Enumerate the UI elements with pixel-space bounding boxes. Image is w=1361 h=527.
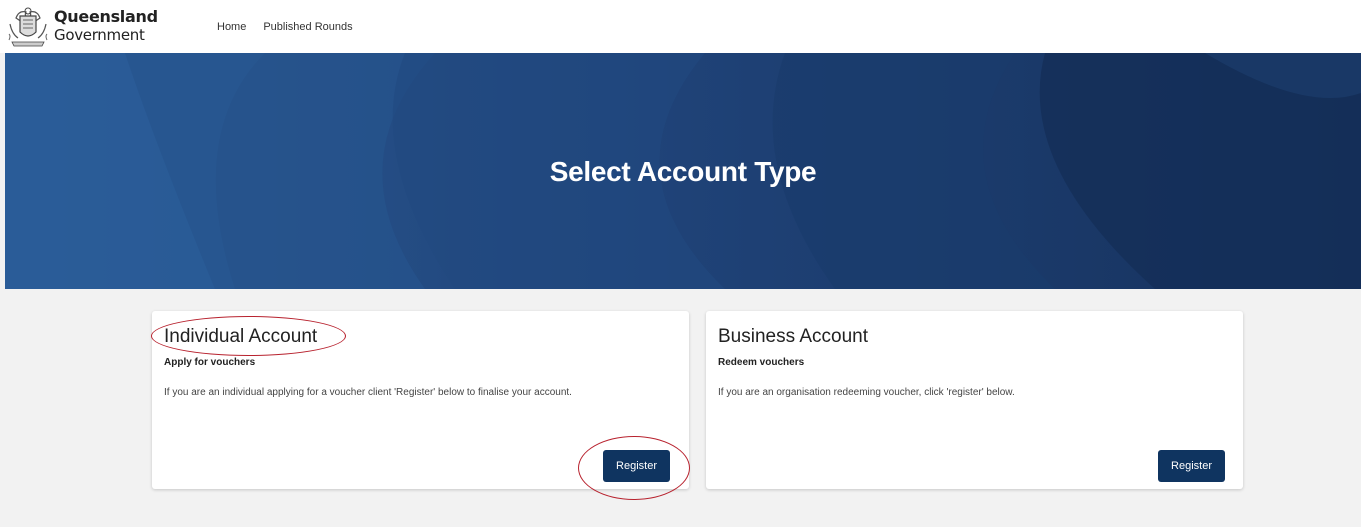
brand-subname: Government [54,26,145,44]
register-individual-button[interactable]: Register [603,450,670,482]
main-nav: Home Published Rounds [217,21,353,33]
brand-text: Queensland Government [54,9,158,43]
brand-logo[interactable]: Queensland Government [6,4,158,48]
card-description: If you are an organisation redeeming vou… [718,387,1015,398]
card-subtitle: Apply for vouchers [164,357,256,368]
card-title: Business Account [718,326,868,347]
top-header: Queensland Government Home Published Rou… [0,0,1361,53]
card-description: If you are an individual applying for a … [164,387,572,398]
nav-link-home[interactable]: Home [217,21,246,33]
register-business-button[interactable]: Register [1158,450,1225,482]
card-subtitle: Redeem vouchers [718,357,805,368]
individual-account-card: Individual Account Apply for vouchers If… [152,311,689,489]
hero-banner: Select Account Type [5,53,1361,289]
page-title: Select Account Type [549,156,817,187]
nav-link-published-rounds[interactable]: Published Rounds [263,21,352,33]
business-account-card: Business Account Redeem vouchers If you … [706,311,1243,489]
qld-crest-icon [6,4,50,48]
brand-name: Queensland [54,7,158,26]
card-title: Individual Account [164,326,318,347]
